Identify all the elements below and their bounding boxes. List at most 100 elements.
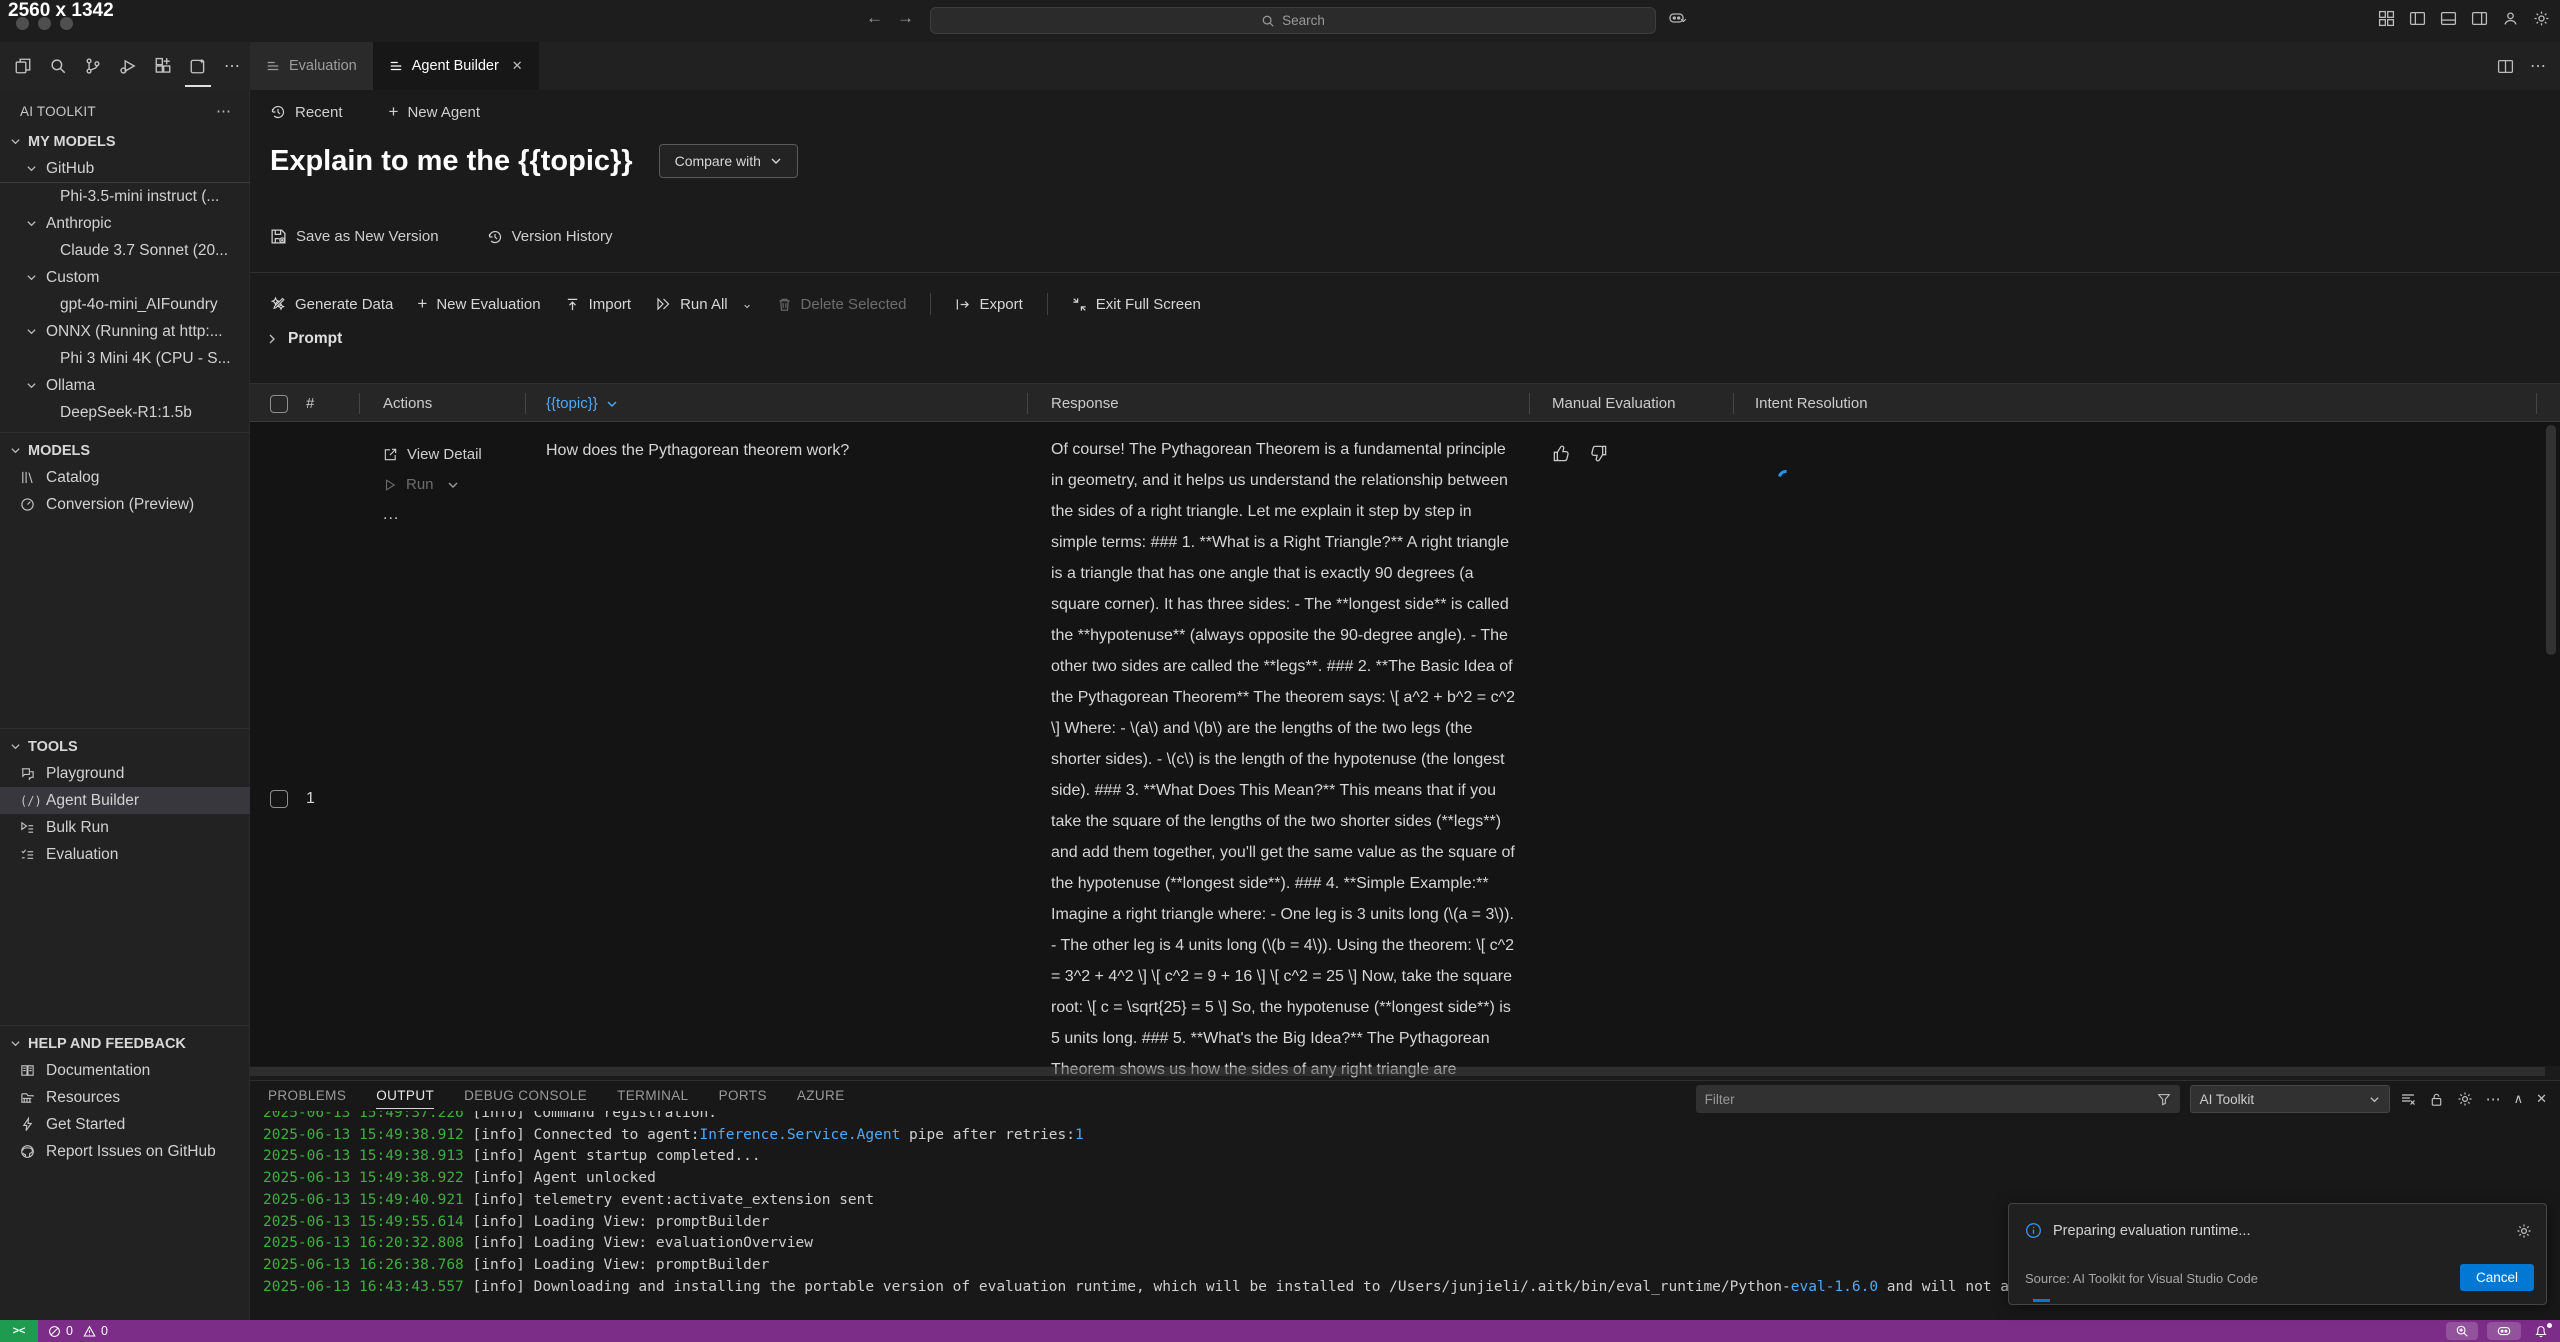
panel-tab-debug-console[interactable]: DEBUG CONSOLE xyxy=(464,1088,587,1109)
close-tab-icon[interactable]: ✕ xyxy=(512,58,523,74)
column-resizer[interactable] xyxy=(2536,393,2537,414)
version-history-button[interactable]: Version History xyxy=(487,228,613,245)
sidebar-item-catalog[interactable]: Catalog xyxy=(0,464,250,491)
sidebar-item-bulk-run[interactable]: Bulk Run xyxy=(0,814,250,841)
tree-item-model[interactable]: Phi-3.5-mini instruct (... xyxy=(0,183,250,210)
response-cell[interactable]: Of course! The Pythagorean Theorem is a … xyxy=(1051,434,1521,1116)
sidebar-item-documentation[interactable]: Documentation xyxy=(0,1057,250,1084)
row-more-actions-button[interactable]: ... xyxy=(383,506,533,524)
tree-group-ollama[interactable]: Ollama xyxy=(0,372,250,399)
maximize-panel-icon[interactable]: ∧ xyxy=(2514,1091,2524,1107)
navigate-back-icon[interactable]: ← xyxy=(866,8,883,28)
section-tools[interactable]: TOOLS xyxy=(0,733,250,760)
notifications-bell[interactable] xyxy=(2530,1324,2552,1338)
clear-output-icon[interactable] xyxy=(2400,1091,2416,1107)
new-evaluation-button[interactable]: + New Evaluation xyxy=(417,294,540,314)
navigate-forward-icon[interactable]: → xyxy=(897,8,914,28)
remote-indicator[interactable]: >< xyxy=(0,1320,38,1342)
prompt-section-toggle[interactable]: Prompt xyxy=(266,330,342,348)
column-resizer[interactable] xyxy=(1733,393,1734,414)
panel-tab-ports[interactable]: PORTS xyxy=(719,1088,767,1109)
output-filter-input[interactable] xyxy=(1705,1092,2157,1107)
panel-tab-terminal[interactable]: TERMINAL xyxy=(617,1088,688,1109)
tree-group-custom[interactable]: Custom xyxy=(0,264,250,291)
topic-cell[interactable]: How does the Pythagorean theorem work? xyxy=(546,442,1006,460)
sidebar-more-actions-icon[interactable]: ⋯ xyxy=(216,102,231,120)
sidebar-item-evaluation[interactable]: Evaluation xyxy=(0,841,250,868)
run-all-button[interactable]: Run All xyxy=(655,296,728,313)
customize-layout-icon[interactable] xyxy=(2378,10,2395,27)
view-detail-button[interactable]: View Detail xyxy=(383,446,533,463)
run-debug-icon[interactable] xyxy=(117,53,139,79)
panel-tab-problems[interactable]: PROBLEMS xyxy=(268,1088,346,1109)
toggle-panel-icon[interactable] xyxy=(2440,10,2457,27)
problems-status[interactable]: 0 0 xyxy=(48,1324,108,1338)
sidebar-item-resources[interactable]: Resources xyxy=(0,1084,250,1111)
command-center-search[interactable]: Search xyxy=(930,7,1656,34)
thumbs-up-icon[interactable] xyxy=(1552,444,1571,463)
select-all-checkbox[interactable] xyxy=(270,395,288,413)
thumbs-down-icon[interactable] xyxy=(1589,444,1608,463)
sidebar-item-agent-builder[interactable]: (/) Agent Builder xyxy=(0,787,250,814)
save-as-new-version-button[interactable]: Save as New Version xyxy=(270,228,439,245)
exit-full-screen-button[interactable]: Exit Full Screen xyxy=(1072,296,1201,313)
export-button[interactable]: Export xyxy=(955,296,1022,313)
source-control-icon[interactable] xyxy=(82,53,104,79)
split-editor-icon[interactable] xyxy=(2497,58,2514,75)
sidebar-item-get-started[interactable]: Get Started xyxy=(0,1111,250,1138)
panel-settings-gear-icon[interactable] xyxy=(2457,1091,2473,1107)
section-help-and-feedback[interactable]: HELP AND FEEDBACK xyxy=(0,1030,250,1057)
toggle-primary-sidebar-icon[interactable] xyxy=(2409,10,2426,27)
generate-data-button[interactable]: Generate Data xyxy=(270,296,393,313)
tab-evaluation[interactable]: Evaluation xyxy=(250,42,373,90)
row-checkbox[interactable] xyxy=(270,790,288,808)
sidebar-item-playground[interactable]: Playground xyxy=(0,760,250,787)
search-view-icon[interactable] xyxy=(47,53,69,79)
import-button[interactable]: Import xyxy=(565,296,632,313)
tree-group-onnx[interactable]: ONNX (Running at http:... xyxy=(0,318,250,345)
column-resizer[interactable] xyxy=(1027,393,1028,414)
tree-item-model[interactable]: DeepSeek-R1:1.5b xyxy=(0,399,250,426)
column-resizer[interactable] xyxy=(1529,393,1530,414)
more-views-icon[interactable]: ⋯ xyxy=(222,52,242,80)
close-panel-icon[interactable]: ✕ xyxy=(2536,1091,2547,1107)
tree-group-anthropic[interactable]: Anthropic xyxy=(0,210,250,237)
tree-item-model[interactable]: gpt-4o-mini_AIFoundry xyxy=(0,291,250,318)
lock-icon[interactable] xyxy=(2429,1092,2444,1107)
output-channel-select[interactable]: AI Toolkit xyxy=(2190,1085,2390,1113)
column-resizer[interactable] xyxy=(525,393,526,414)
notification-settings-gear-icon[interactable] xyxy=(2516,1223,2532,1239)
ai-toolkit-view-icon[interactable] xyxy=(187,53,209,79)
new-agent-button[interactable]: + New Agent xyxy=(389,102,480,122)
copilot-menu[interactable]: ⌄ xyxy=(1668,10,1689,26)
tree-item-model[interactable]: Phi 3 Mini 4K (CPU - S... xyxy=(0,345,250,372)
sidebar-item-conversion[interactable]: Conversion (Preview) xyxy=(0,491,250,518)
recent-button[interactable]: Recent xyxy=(270,104,343,121)
zoom-status-item[interactable] xyxy=(2446,1322,2478,1340)
sidebar-item-report-issues[interactable]: Report Issues on GitHub xyxy=(0,1138,250,1165)
toggle-secondary-sidebar-icon[interactable] xyxy=(2471,10,2488,27)
panel-tab-output[interactable]: OUTPUT xyxy=(376,1088,434,1109)
run-all-dropdown-icon[interactable]: ⌄ xyxy=(742,296,753,312)
compare-with-button[interactable]: Compare with xyxy=(659,144,798,178)
editor-more-actions-icon[interactable]: ⋯ xyxy=(2530,56,2546,76)
chevron-down-icon[interactable] xyxy=(447,479,459,491)
run-row-button[interactable]: Run xyxy=(383,476,533,493)
account-icon[interactable] xyxy=(2502,10,2519,27)
column-header-topic[interactable]: {{topic}} xyxy=(546,384,618,423)
tree-item-model[interactable]: Claude 3.7 Sonnet (20... xyxy=(0,237,250,264)
column-resizer[interactable] xyxy=(359,393,360,414)
section-models[interactable]: MODELS xyxy=(0,437,250,464)
explorer-icon[interactable] xyxy=(12,53,34,79)
panel-tab-azure[interactable]: AZURE xyxy=(797,1088,845,1109)
section-my-models[interactable]: MY MODELS xyxy=(0,128,250,155)
vertical-scrollbar[interactable] xyxy=(2546,425,2556,655)
copilot-status-item[interactable] xyxy=(2487,1322,2521,1340)
panel-more-actions-icon[interactable]: ⋯ xyxy=(2486,1090,2501,1108)
cancel-button[interactable]: Cancel xyxy=(2460,1264,2534,1291)
output-filter[interactable] xyxy=(1696,1085,2180,1113)
horizontal-scrollbar[interactable] xyxy=(250,1067,2545,1076)
settings-gear-icon[interactable] xyxy=(2533,10,2550,27)
tab-agent-builder[interactable]: Agent Builder ✕ xyxy=(373,42,539,90)
extensions-icon[interactable] xyxy=(152,53,174,79)
